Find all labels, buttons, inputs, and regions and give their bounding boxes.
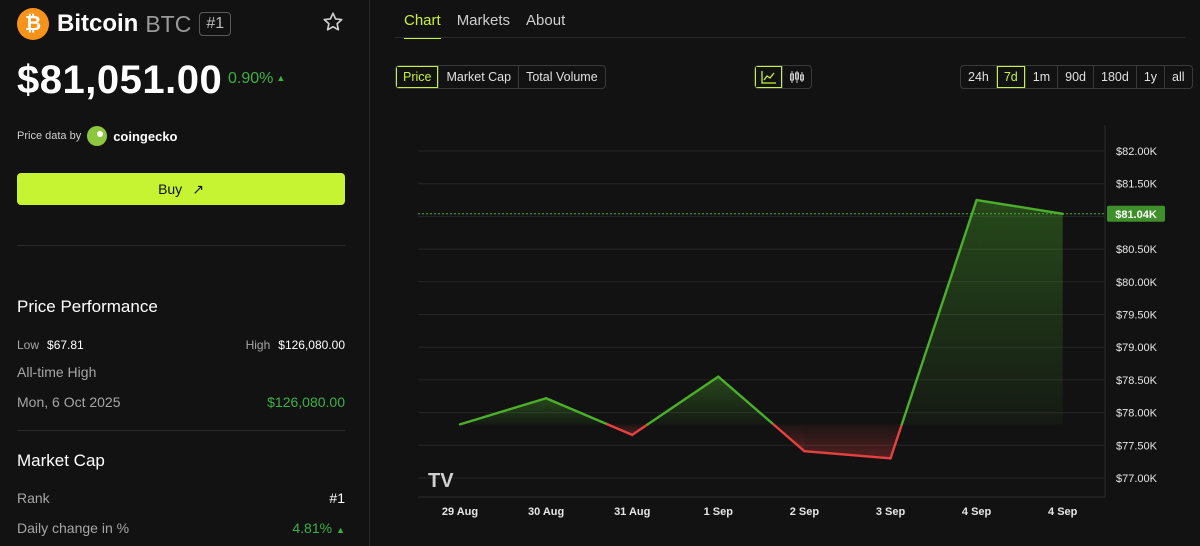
tradingview-logo-icon: TV: [428, 470, 454, 492]
y-tick-label: $79.50K: [1116, 310, 1158, 322]
x-tick-label: 31 Aug: [614, 506, 650, 518]
x-tick-label: 3 Sep: [876, 506, 906, 518]
x-tick-label: 4 Sep: [1048, 506, 1078, 518]
x-tick-label: 1 Sep: [704, 506, 734, 518]
price-chart[interactable]: $82.00K$81.50K$81.00K$80.50K$80.00K$79.5…: [0, 0, 1200, 546]
y-tick-label: $81.50K: [1116, 179, 1158, 191]
y-tick-label: $82.00K: [1116, 146, 1158, 158]
current-price-label: $81.04K: [1115, 209, 1157, 221]
y-tick-label: $79.00K: [1116, 342, 1158, 354]
x-tick-label: 4 Sep: [962, 506, 992, 518]
x-tick-label: 2 Sep: [790, 506, 820, 518]
y-tick-label: $78.50K: [1116, 375, 1158, 387]
area-fill-up: [976, 200, 1063, 425]
y-tick-label: $77.00K: [1116, 473, 1158, 485]
app-root: ₿ Bitcoin BTC #1 $81,051.00 0.90% ▲ Price…: [0, 0, 1200, 546]
x-tick-label: 29 Aug: [442, 506, 478, 518]
y-tick-label: $80.00K: [1116, 277, 1158, 289]
y-tick-label: $80.50K: [1116, 244, 1158, 256]
y-tick-label: $77.50K: [1116, 440, 1158, 452]
y-tick-label: $78.00K: [1116, 408, 1158, 420]
x-tick-label: 30 Aug: [528, 506, 564, 518]
